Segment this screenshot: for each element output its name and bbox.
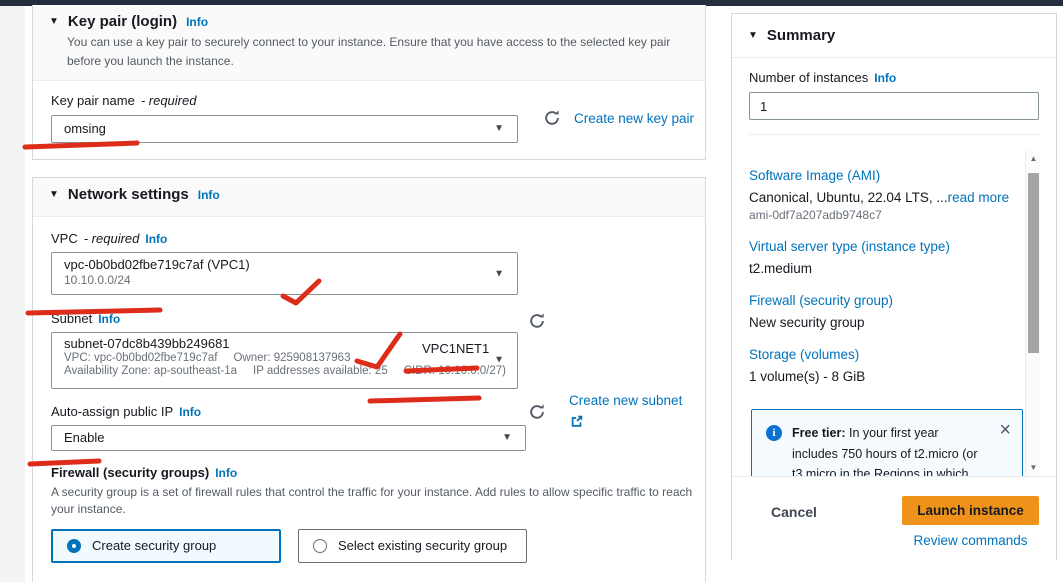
key-pair-description: You can use a key pair to securely conne… xyxy=(67,33,689,70)
collapse-icon[interactable]: ▼ xyxy=(49,16,59,27)
firewall-group-link[interactable]: Firewall (security group) xyxy=(749,293,1018,308)
key-pair-name-label: Key pair name- required xyxy=(51,93,689,108)
info-link[interactable]: Info xyxy=(98,312,120,326)
refresh-icon[interactable] xyxy=(543,109,561,127)
free-tier-alert: i Free tier: In your first year includes… xyxy=(751,409,1023,476)
read-more-link[interactable]: read more xyxy=(948,190,1010,205)
number-of-instances-input[interactable] xyxy=(749,92,1039,120)
ami-id: ami-0df7a207adb9748c7 xyxy=(749,208,1018,222)
review-commands-link[interactable]: Review commands xyxy=(902,533,1039,548)
key-pair-select[interactable]: omsing ▼ xyxy=(51,115,518,143)
chevron-down-icon: ▼ xyxy=(494,268,504,279)
summary-panel: ▼ Summary Number of instances Info Softw… xyxy=(731,13,1057,560)
free-tier-text: Free tier: In your first year includes 7… xyxy=(792,423,986,476)
create-subnet-link[interactable]: Create new subnet xyxy=(569,393,682,408)
collapse-icon[interactable]: ▼ xyxy=(49,189,59,200)
firewall-description: A security group is a set of firewall ru… xyxy=(51,484,699,519)
summary-scrollbar[interactable]: ▲ ▼ xyxy=(1025,151,1040,476)
section-title: Key pair (login) xyxy=(68,13,177,30)
scroll-up-icon[interactable]: ▲ xyxy=(1026,151,1041,167)
create-key-pair-link[interactable]: Create new key pair xyxy=(574,111,694,126)
chevron-down-icon: ▼ xyxy=(494,355,504,366)
scroll-down-icon[interactable]: ▼ xyxy=(1026,460,1041,476)
storage-volumes-link[interactable]: Storage (volumes) xyxy=(749,347,1018,362)
scrollbar-thumb[interactable] xyxy=(1028,173,1039,353)
launch-instance-page: ▼ Key pair (login) Info You can use a ke… xyxy=(0,0,1063,582)
software-image-value: Canonical, Ubuntu, 22.04 LTS, ...read mo… xyxy=(749,190,1018,205)
subnet-label: Subnet Info xyxy=(51,311,705,326)
number-of-instances-label: Number of instances Info xyxy=(749,70,1040,85)
info-link[interactable]: Info xyxy=(186,15,208,29)
software-image-link[interactable]: Software Image (AMI) xyxy=(749,168,1018,183)
network-settings-section: ▼ Network settings Info VPC- required In… xyxy=(32,177,706,582)
info-link[interactable]: Info xyxy=(874,71,896,85)
radio-unselected-icon xyxy=(313,539,327,553)
section-title: Summary xyxy=(767,27,835,44)
radio-selected-icon xyxy=(67,539,81,553)
summary-header: ▼ Summary xyxy=(732,14,1056,58)
subnet-az: Availability Zone: ap-southeast-1a xyxy=(64,365,237,377)
subnet-select[interactable]: subnet-07dc8b439bb249681 VPC1NET1 VPC: v… xyxy=(51,332,518,389)
create-security-group-option[interactable]: Create security group xyxy=(51,529,281,563)
instance-type-value: t2.medium xyxy=(749,261,1018,276)
cancel-button[interactable]: Cancel xyxy=(771,504,817,520)
firewall-group-value: New security group xyxy=(749,315,1018,330)
external-link-icon[interactable] xyxy=(570,414,584,428)
subnet-ips: IP addresses available: 25 xyxy=(253,365,388,377)
subnet-cidr: CIDR: 10.10.0.0/27) xyxy=(404,365,506,377)
firewall-label: Firewall (security groups) Info xyxy=(51,465,705,480)
info-circle-icon: i xyxy=(766,425,782,441)
chevron-down-icon: ▼ xyxy=(502,426,512,450)
info-link[interactable]: Info xyxy=(215,466,237,480)
vpc-label: VPC- required Info xyxy=(51,231,705,246)
vpc-select[interactable]: vpc-0b0bd02fbe719c7af (VPC1) 10.10.0.0/2… xyxy=(51,252,518,295)
close-icon[interactable]: × xyxy=(999,420,1011,440)
info-link[interactable]: Info xyxy=(179,405,201,419)
left-gutter xyxy=(0,6,25,582)
instance-type-link[interactable]: Virtual server type (instance type) xyxy=(749,239,1018,254)
auto-assign-ip-select[interactable]: Enable ▼ xyxy=(51,425,526,451)
storage-volumes-value: 1 volume(s) - 8 GiB xyxy=(749,369,1018,384)
summary-scroll-area: Software Image (AMI) Canonical, Ubuntu, … xyxy=(732,151,1058,476)
select-existing-security-group-option[interactable]: Select existing security group xyxy=(298,529,527,563)
vpc-selected-value: vpc-0b0bd02fbe719c7af (VPC1) xyxy=(64,257,517,272)
info-link[interactable]: Info xyxy=(198,188,220,202)
vpc-cidr: 10.10.0.0/24 xyxy=(64,273,517,287)
radio-label: Create security group xyxy=(92,538,216,553)
summary-footer: Cancel Launch instance Review commands xyxy=(732,476,1056,560)
chevron-down-icon: ▼ xyxy=(494,116,504,142)
network-header: ▼ Network settings Info xyxy=(33,178,705,217)
key-pair-selected-value: omsing xyxy=(64,121,106,136)
info-link[interactable]: Info xyxy=(145,232,167,246)
key-pair-section: ▼ Key pair (login) Info You can use a ke… xyxy=(32,5,706,160)
radio-label: Select existing security group xyxy=(338,538,507,553)
refresh-icon[interactable] xyxy=(528,312,546,330)
refresh-icon[interactable] xyxy=(528,403,546,421)
subnet-owner: Owner: 925908137963 xyxy=(233,352,350,364)
auto-assign-selected-value: Enable xyxy=(64,430,104,445)
collapse-icon[interactable]: ▼ xyxy=(748,30,758,41)
subnet-name: VPC1NET1 xyxy=(422,341,489,356)
launch-instance-button[interactable]: Launch instance xyxy=(902,496,1039,525)
subnet-vpc: VPC: vpc-0b0bd02fbe719c7af xyxy=(64,352,217,364)
key-pair-header: ▼ Key pair (login) Info You can use a ke… xyxy=(33,5,705,81)
section-title: Network settings xyxy=(68,186,189,203)
